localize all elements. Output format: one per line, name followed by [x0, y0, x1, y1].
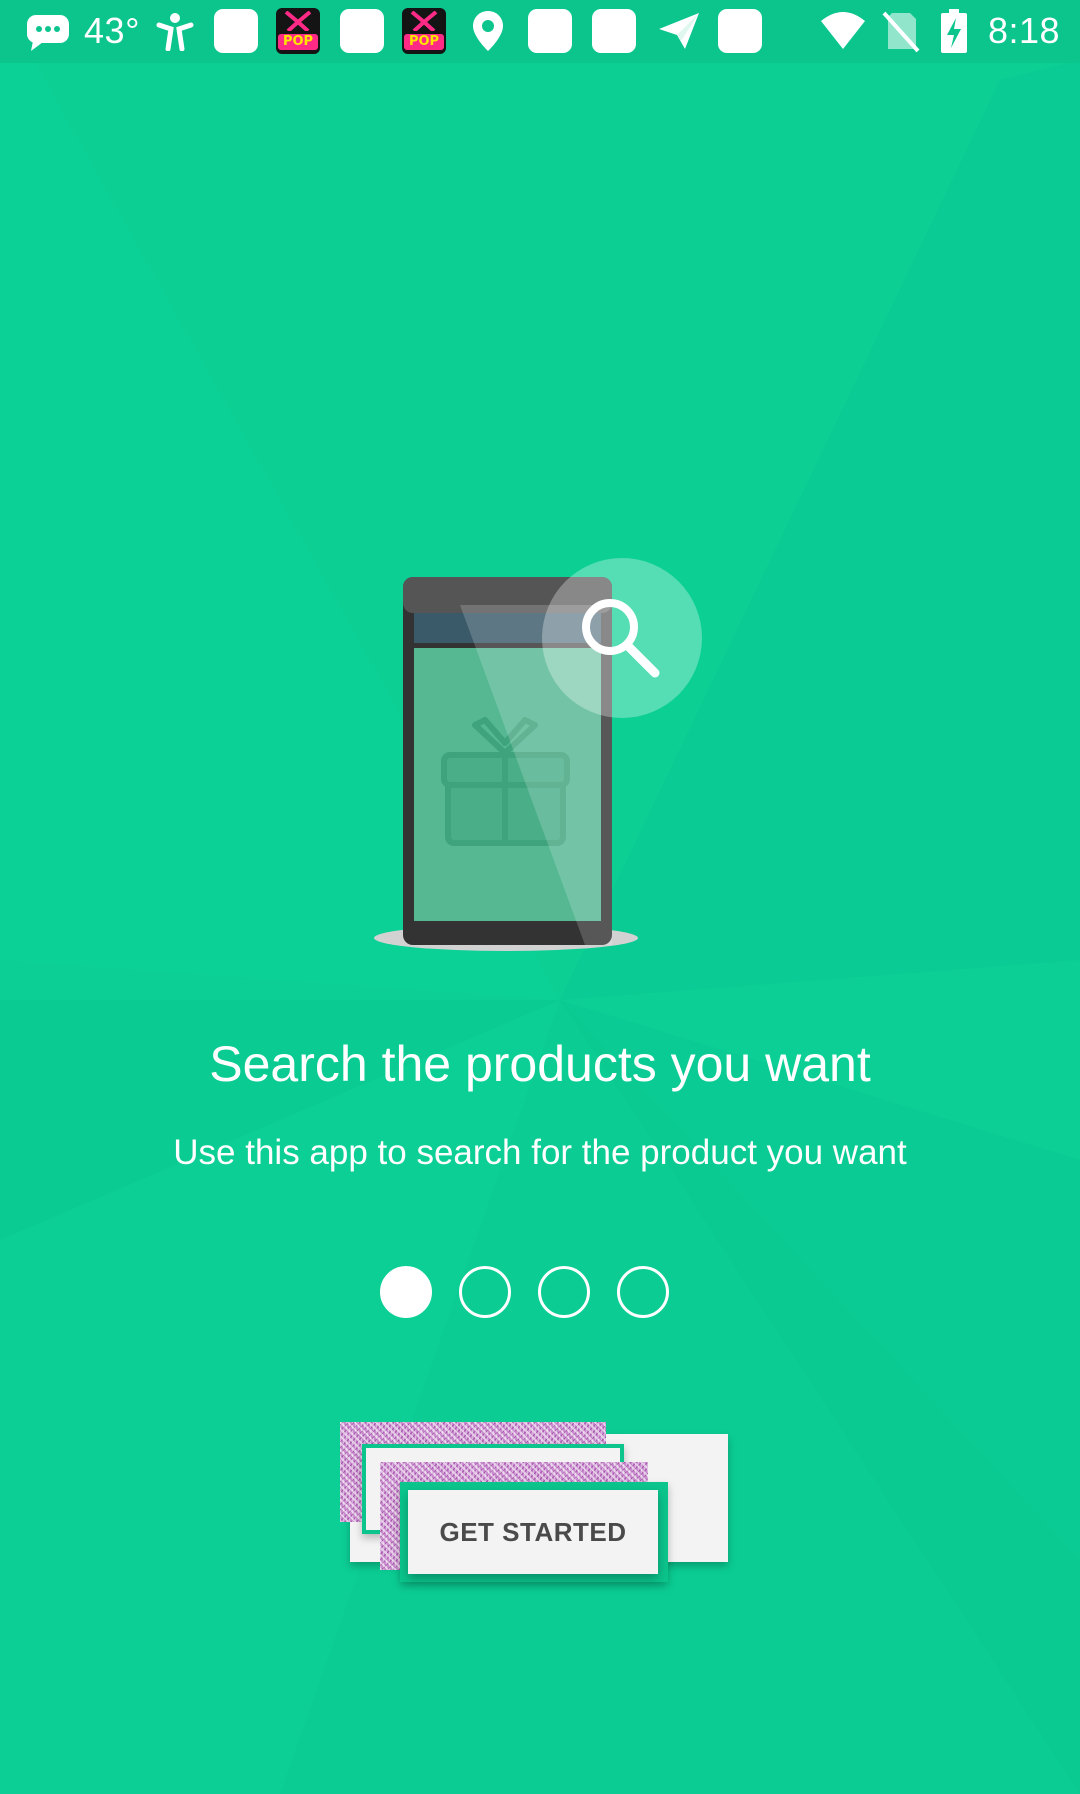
send-icon [656, 8, 702, 54]
page-indicator [380, 1266, 680, 1322]
app-square-icon [528, 8, 572, 54]
temperature-text: 43° [84, 10, 140, 51]
page-dot-4[interactable] [617, 1266, 669, 1318]
kpop-label: POP [404, 34, 444, 50]
clock-text: 8:18 [987, 10, 1061, 51]
get-started-area: GET STARTED [338, 1420, 738, 1585]
battery-charging-icon [938, 8, 970, 54]
kpop-app-icon: POP [402, 8, 446, 54]
phone-search-gift-illustration [374, 558, 702, 951]
page-dot-1[interactable] [380, 1266, 432, 1318]
wifi-icon [818, 8, 868, 54]
page-dot-3[interactable] [538, 1266, 590, 1318]
status-bar: 43° POP POP 8:18 [0, 0, 1080, 63]
kpop-label: POP [278, 34, 318, 50]
get-started-button[interactable]: GET STARTED [408, 1490, 658, 1574]
app-square-icon [340, 8, 384, 54]
accessibility-icon [152, 8, 198, 54]
onboarding-title: Search the products you want [209, 1036, 871, 1092]
onboarding-subtitle: Use this app to search for the product y… [173, 1133, 907, 1172]
app-square-icon [592, 8, 636, 54]
location-icon [468, 8, 508, 54]
kpop-app-icon: POP [276, 8, 320, 54]
app-square-icon [214, 8, 258, 54]
sms-icon [24, 8, 72, 54]
no-sim-icon [880, 8, 922, 54]
page-dot-2[interactable] [459, 1266, 511, 1318]
app-square-icon [718, 8, 762, 54]
